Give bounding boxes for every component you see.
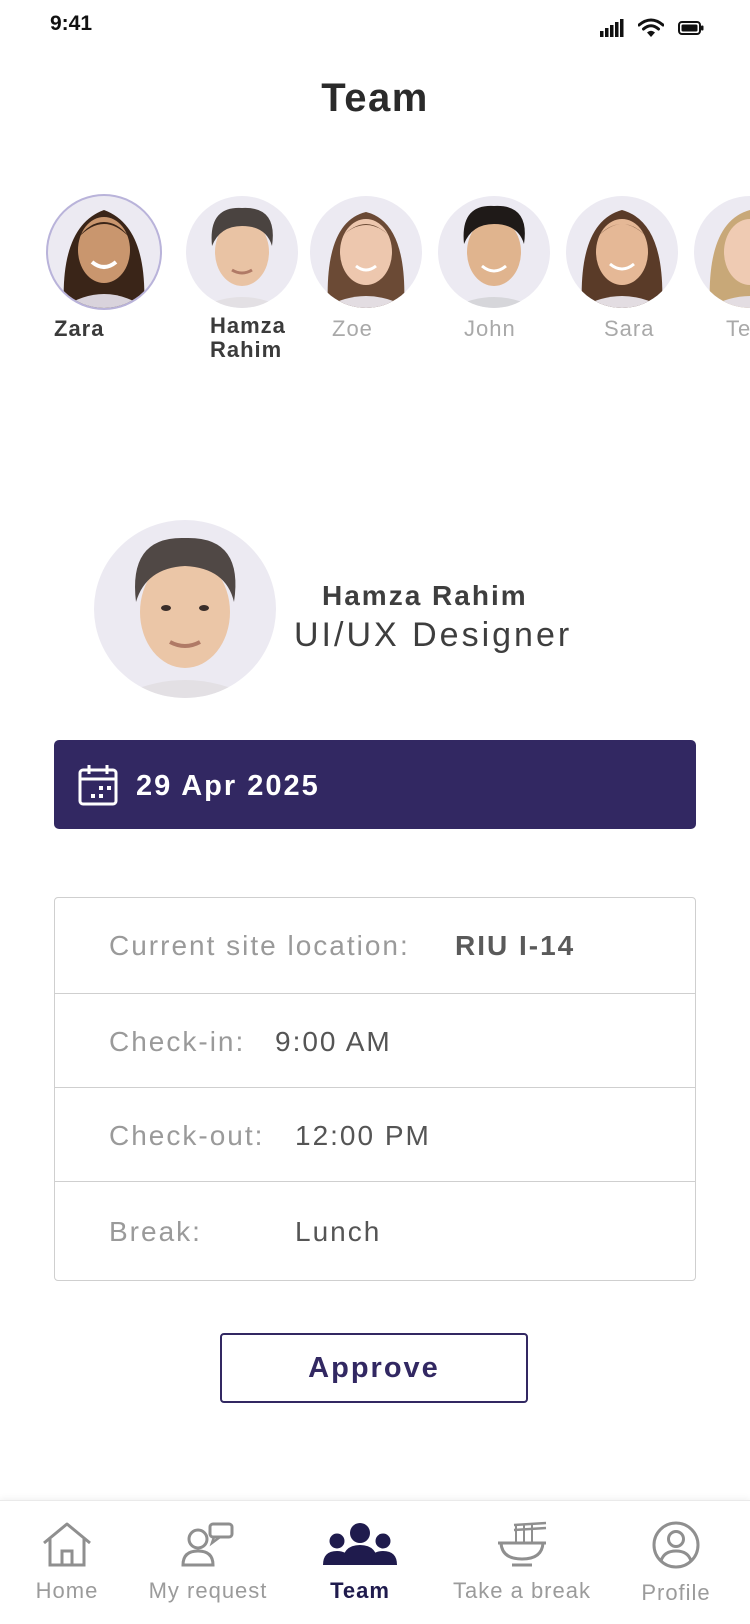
nav-label: Take a break bbox=[453, 1578, 591, 1603]
checkout-row: Check-out: 12:00 PM bbox=[55, 1088, 695, 1182]
team-member-strip[interactable]: Zara Hamza Rahim Zoe John Sara Te bbox=[0, 190, 750, 380]
avatar[interactable] bbox=[48, 196, 160, 308]
profile-name: Hamza Rahim bbox=[322, 580, 528, 611]
date-bar[interactable]: 29 Apr 2025 bbox=[54, 740, 696, 829]
avatar[interactable] bbox=[310, 196, 422, 308]
avatar[interactable] bbox=[438, 196, 550, 308]
nav-item-take-a-break[interactable]: Take a break bbox=[446, 1521, 598, 1604]
location-value: RIU I-14 bbox=[455, 930, 576, 961]
team-icon bbox=[323, 1521, 397, 1572]
checkout-value: 12:00 PM bbox=[295, 1120, 431, 1151]
status-icons bbox=[600, 18, 704, 43]
member-name: Te bbox=[726, 316, 750, 341]
home-icon bbox=[40, 1521, 94, 1572]
nav-label: My request bbox=[148, 1578, 268, 1603]
checkin-value: 9:00 AM bbox=[275, 1026, 392, 1057]
member-name: Zoe bbox=[332, 316, 373, 341]
nav-label: Profile bbox=[641, 1580, 711, 1605]
checkin-row: Check-in: 9:00 AM bbox=[55, 994, 695, 1088]
avatar[interactable] bbox=[186, 196, 298, 308]
nav-label: Home bbox=[35, 1578, 99, 1603]
member-name: Zara bbox=[54, 316, 105, 341]
member-name: Sara bbox=[604, 316, 655, 341]
break-label: Break: bbox=[109, 1216, 202, 1247]
approve-button[interactable]: Approve bbox=[220, 1333, 528, 1403]
avatar[interactable] bbox=[566, 196, 678, 308]
selected-date: 29 Apr 2025 bbox=[136, 770, 320, 802]
battery-icon bbox=[678, 21, 704, 40]
status-time: 9:41 bbox=[50, 12, 93, 35]
profile-icon bbox=[651, 1521, 701, 1574]
avatar[interactable] bbox=[694, 196, 750, 308]
calendar-icon bbox=[78, 764, 118, 811]
member-name: Hamza Rahim bbox=[210, 313, 286, 362]
attendance-details: Current site location: RIU I-14 Check-in… bbox=[54, 897, 696, 1281]
checkin-label: Check-in: bbox=[109, 1026, 246, 1057]
nav-item-home[interactable]: Home bbox=[34, 1521, 100, 1604]
profile-role: UI/UX Designer bbox=[294, 616, 573, 654]
break-value: Lunch bbox=[295, 1216, 382, 1247]
member-name: John bbox=[464, 316, 516, 341]
user-request-icon bbox=[180, 1521, 236, 1572]
wifi-icon bbox=[637, 18, 665, 43]
location-row: Current site location: RIU I-14 bbox=[55, 898, 695, 994]
cellular-signal-icon bbox=[600, 19, 624, 42]
profile-avatar bbox=[94, 520, 276, 698]
nav-item-my-request[interactable]: My request bbox=[142, 1521, 274, 1604]
location-label: Current site location: bbox=[109, 930, 410, 961]
checkout-label: Check-out: bbox=[109, 1120, 265, 1151]
bottom-navigation: Home My request Team Take a break Profil… bbox=[0, 1500, 750, 1624]
page-title: Team bbox=[321, 76, 429, 120]
break-row: Break: Lunch bbox=[55, 1182, 695, 1280]
nav-label: Team bbox=[330, 1578, 390, 1603]
nav-item-profile[interactable]: Profile bbox=[636, 1521, 716, 1606]
nav-item-team[interactable]: Team bbox=[318, 1521, 402, 1604]
noodle-bowl-icon bbox=[494, 1521, 550, 1572]
